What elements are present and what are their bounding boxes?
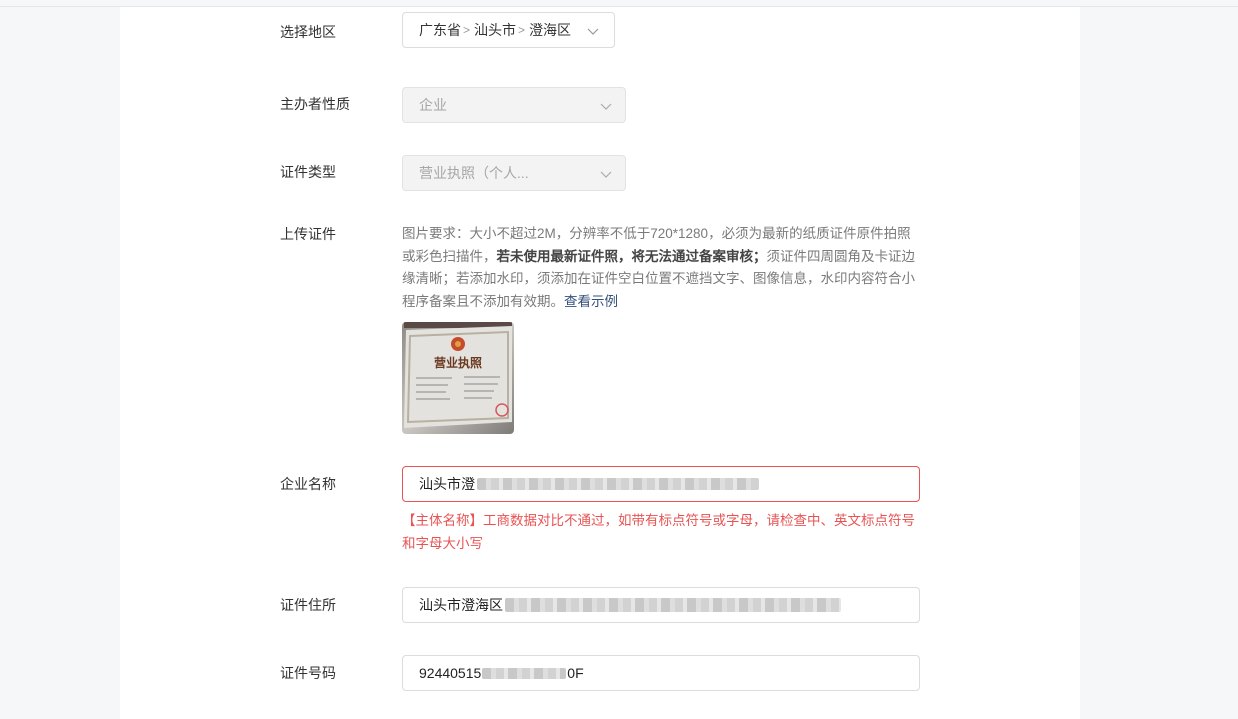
upload-requirements: 图片要求：大小不超过2M，分辨率不低于720*1280，必须为最新的纸质证件原件… <box>402 223 922 313</box>
redacted-text <box>505 598 841 612</box>
cert-type-value: 营业执照（个人... <box>419 165 529 181</box>
address-input[interactable]: 汕头市澄海区 <box>402 587 920 623</box>
redacted-text <box>477 478 759 490</box>
cert-number-label: 证件号码 <box>280 665 336 681</box>
upload-label: 上传证件 <box>280 226 336 242</box>
company-name-error: 【主体名称】工商数据对比不通过，如带有标点符号或字母，请检查中、英文标点符号和字… <box>402 513 915 551</box>
license-image: 营业执照 <box>402 322 514 434</box>
region-district: 澄海区 <box>529 22 572 38</box>
chevron-down-icon <box>600 103 612 110</box>
cert-type-label: 证件类型 <box>280 164 336 180</box>
license-thumbnail[interactable]: 营业执照 <box>402 322 514 434</box>
redacted-text <box>482 667 567 679</box>
license-title: 营业执照 <box>434 355 482 370</box>
region-province: 广东省 <box>419 22 461 38</box>
organizer-type-select[interactable]: 企业 <box>402 87 626 123</box>
cert-number-prefix: 92440515 <box>419 665 482 681</box>
organizer-type-label: 主办者性质 <box>280 96 350 112</box>
cert-number-input[interactable]: 92440515 0F <box>402 655 920 691</box>
region-select[interactable]: 广东省 > 汕头市 > 澄海区 <box>402 12 615 48</box>
region-label: 选择地区 <box>280 24 336 40</box>
region-city: 汕头市 <box>474 22 517 38</box>
chevron-right-icon: > <box>463 23 471 37</box>
chevron-down-icon <box>587 28 599 35</box>
address-value: 汕头市澄海区 <box>419 597 503 613</box>
view-example-link[interactable]: 查看示例 <box>564 294 618 309</box>
company-name-value: 汕头市澄 <box>419 476 475 492</box>
company-name-input[interactable]: 汕头市澄 <box>402 466 920 502</box>
address-label: 证件住所 <box>280 597 336 613</box>
chevron-right-icon: > <box>518 23 526 37</box>
cert-number-suffix: 0F <box>567 665 584 681</box>
organizer-type-value: 企业 <box>419 97 447 113</box>
chevron-down-icon <box>600 171 612 178</box>
company-name-label: 企业名称 <box>280 476 336 492</box>
cert-type-select[interactable]: 营业执照（个人... <box>402 155 626 191</box>
requirements-bold: 若未使用最新证件照，将无法通过备案审核； <box>496 248 767 264</box>
